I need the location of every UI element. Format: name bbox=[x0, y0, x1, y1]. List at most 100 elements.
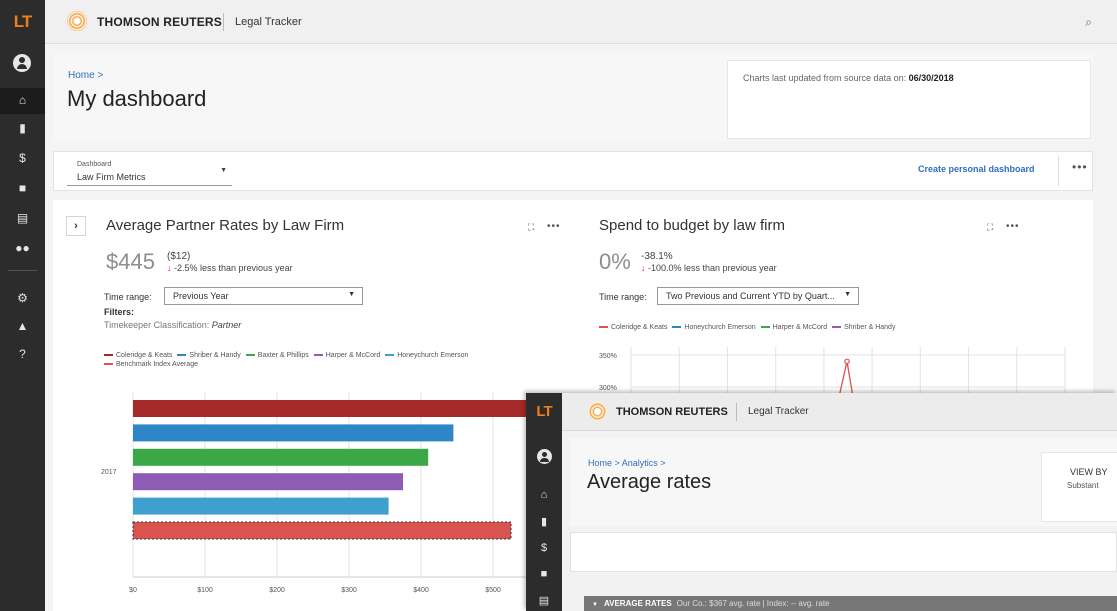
legend-item[interactable]: Harper & McCord bbox=[313, 352, 380, 359]
help-icon[interactable]: ? bbox=[0, 346, 45, 362]
user-icon[interactable] bbox=[537, 449, 552, 464]
legend-item[interactable]: Shriber & Handy bbox=[177, 352, 241, 359]
time-range-select[interactable]: Previous Year ▼ bbox=[164, 287, 363, 305]
toolbar-divider bbox=[1058, 156, 1059, 186]
dollar-icon[interactable]: $ bbox=[526, 542, 562, 554]
home-icon[interactable]: ⌂ bbox=[0, 92, 45, 108]
legend-item[interactable]: Benchmark Index Average bbox=[104, 361, 198, 368]
chevron-down-icon: ▼ bbox=[220, 167, 227, 174]
spend-budget-kpi: 0% bbox=[599, 249, 631, 274]
page-title: Average rates bbox=[587, 471, 712, 493]
home-icon[interactable]: ⌂ bbox=[526, 489, 562, 501]
legend-item[interactable]: Honeychurch Emerson bbox=[385, 352, 468, 359]
spend-budget-title: Spend to budget by law firm bbox=[599, 217, 785, 234]
sidebar: LT ⌂ ▮ $ ■ ▤ bbox=[526, 393, 562, 611]
legend-item[interactable]: Shriber & Handy bbox=[832, 324, 895, 331]
chevron-down-icon: ▼ bbox=[348, 291, 355, 298]
spend-budget-change: ↓ -100.0% less than previous year bbox=[641, 263, 777, 273]
more-options-icon[interactable]: ••• bbox=[547, 221, 561, 232]
x-tick-label: $400 bbox=[413, 587, 429, 594]
top-bar: THOMSON REUTERS Legal Tracker ⌕ bbox=[45, 0, 1117, 44]
partner-rates-delta: ($12) bbox=[167, 251, 191, 262]
average-rates-window: LT ⌂ ▮ $ ■ ▤ THOMSON REUTERS Legal Track… bbox=[526, 393, 1117, 611]
filter-value: Partner bbox=[211, 320, 242, 330]
dollar-icon[interactable]: $ bbox=[0, 150, 45, 166]
legend-label: Shriber & Handy bbox=[189, 352, 241, 359]
app-logo[interactable]: LT bbox=[0, 0, 45, 44]
legend-label: Benchmark Index Average bbox=[116, 361, 198, 368]
legend-swatch bbox=[104, 363, 113, 366]
dashboard-select[interactable]: Dashboard Law Firm Metrics ▼ bbox=[67, 156, 232, 186]
more-options-icon[interactable]: ••• bbox=[1006, 221, 1020, 232]
partner-rates-title: Average Partner Rates by Law Firm bbox=[106, 217, 345, 234]
legend-item[interactable]: Coleridge & Keats bbox=[104, 352, 172, 359]
time-range-label: Time range: bbox=[104, 292, 152, 302]
create-personal-dashboard-link[interactable]: Create personal dashboard bbox=[918, 164, 1035, 174]
bell-icon[interactable]: ▲ bbox=[0, 318, 45, 334]
document-icon[interactable]: ▮ bbox=[0, 120, 45, 136]
partner-rates-chart: $0 $100 $200 $300 $400 $500 2017 bbox=[101, 392, 562, 594]
more-options-icon[interactable]: ••• bbox=[1072, 160, 1088, 174]
brand-divider bbox=[223, 13, 224, 31]
fullscreen-icon[interactable]: ⛶ bbox=[528, 222, 534, 233]
reports-icon[interactable]: ▤ bbox=[526, 594, 562, 607]
data-point bbox=[844, 358, 850, 365]
legend-item[interactable]: Harper & McCord bbox=[760, 324, 828, 331]
sidebar: LT ⌂ ▮ $ ■ ▤ ●● ⚙ ▲ ? bbox=[0, 0, 45, 611]
bar bbox=[132, 521, 512, 540]
user-icon[interactable] bbox=[13, 54, 31, 72]
product-name: Legal Tracker bbox=[235, 16, 302, 28]
legend-swatch bbox=[760, 326, 770, 329]
app-logo[interactable]: LT bbox=[526, 393, 562, 431]
filter-bar bbox=[570, 532, 1117, 572]
view-by-box[interactable]: VIEW BY Substant bbox=[1041, 452, 1117, 522]
legend-label: Harper & McCord bbox=[772, 324, 828, 331]
view-by-value: Substant bbox=[1067, 481, 1099, 490]
chevron-down-icon: ▼ bbox=[592, 602, 598, 608]
breadcrumb[interactable]: Home > bbox=[68, 70, 103, 81]
legend-swatch bbox=[385, 354, 395, 357]
dashboard-toolbar: Dashboard Law Firm Metrics ▼ Create pers… bbox=[53, 151, 1093, 191]
page-header: Home > My dashboard Charts last updated … bbox=[53, 53, 1093, 141]
fullscreen-icon[interactable]: ⛶ bbox=[987, 222, 993, 233]
x-tick-label: $100 bbox=[197, 587, 213, 594]
y-tick-label: 300% bbox=[599, 385, 617, 392]
thomson-reuters-logo-icon bbox=[67, 11, 87, 31]
average-rates-summary: Our Co.: $367 avg. rate | Index: -- avg.… bbox=[676, 599, 830, 608]
updated-info: Charts last updated from source data on:… bbox=[743, 73, 954, 83]
series-line bbox=[838, 361, 854, 397]
x-tick-label: $300 bbox=[341, 587, 357, 594]
legend-item[interactable]: Baxter & Phillips bbox=[245, 352, 309, 359]
down-arrow-icon: ↓ bbox=[641, 263, 646, 273]
bar bbox=[133, 424, 454, 442]
time-range-value: Previous Year bbox=[173, 291, 229, 301]
spend-budget-chart: 350% 300% bbox=[599, 347, 1066, 397]
spend-budget-legend: Coleridge & Keats Honeychurch Emerson Harp… bbox=[599, 324, 900, 331]
gear-icon[interactable]: ⚙ bbox=[0, 290, 45, 306]
legend-label: Honeychurch Emerson bbox=[684, 324, 756, 331]
legend-swatch bbox=[177, 354, 187, 357]
reports-icon[interactable]: ▤ bbox=[0, 210, 45, 226]
time-range-label: Time range: bbox=[599, 292, 647, 302]
document-icon[interactable]: ▮ bbox=[526, 515, 562, 528]
product-name: Legal Tracker bbox=[748, 406, 809, 417]
legend-item[interactable]: Coleridge & Keats bbox=[599, 324, 667, 331]
bar bbox=[133, 473, 403, 491]
people-icon[interactable]: ●● bbox=[0, 240, 45, 256]
filter-name: Timekeeper Classification: bbox=[104, 320, 210, 330]
average-rates-section-header[interactable]: ▼ AVERAGE RATES Our Co.: $367 avg. rate | … bbox=[584, 596, 1117, 611]
sidebar-divider bbox=[8, 270, 37, 271]
time-range-select[interactable]: Two Previous and Current YTD by Quart...… bbox=[657, 287, 859, 305]
search-icon[interactable]: ⌕ bbox=[1085, 15, 1092, 30]
briefcase-icon[interactable]: ■ bbox=[0, 180, 45, 196]
brand-name: THOMSON REUTERS bbox=[97, 15, 223, 29]
page-header: Home > Analytics > Average rates VIEW BY… bbox=[570, 438, 1117, 526]
page-title: My dashboard bbox=[67, 86, 207, 111]
legend-swatch bbox=[313, 354, 323, 357]
legend-item[interactable]: Honeychurch Emerson bbox=[672, 324, 756, 331]
expand-card-button[interactable]: › bbox=[66, 216, 86, 236]
breadcrumb[interactable]: Home > Analytics > bbox=[588, 458, 666, 468]
briefcase-icon[interactable]: ■ bbox=[526, 568, 562, 580]
top-bar: THOMSON REUTERS Legal Tracker bbox=[562, 393, 1117, 431]
partner-rates-change: ↓ -2.5% less than previous year bbox=[167, 263, 293, 273]
